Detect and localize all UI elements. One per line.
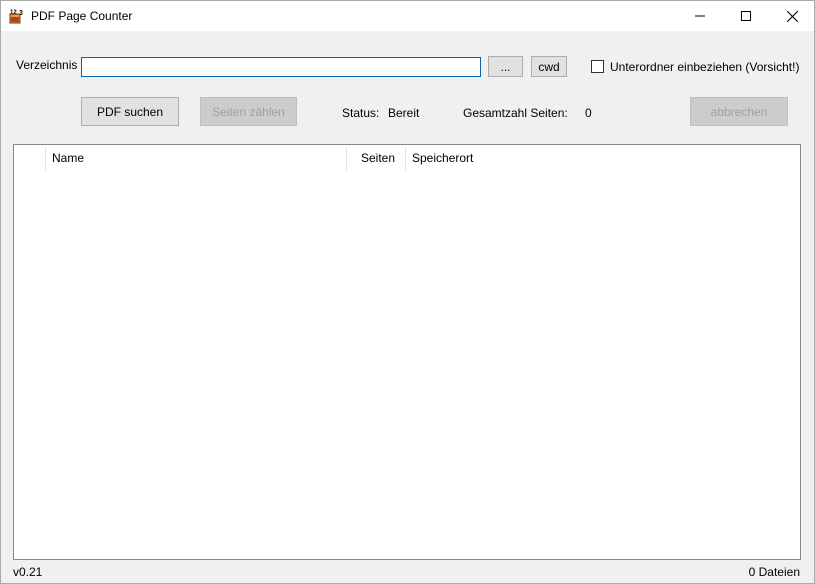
svg-text:12: 12	[10, 10, 17, 16]
search-pdf-button[interactable]: PDF suchen	[81, 97, 179, 126]
window-title: PDF Page Counter	[31, 9, 133, 23]
file-count-label: 0 Dateien	[748, 565, 800, 579]
status-value: Bereit	[388, 106, 420, 120]
browse-button[interactable]: ...	[488, 56, 523, 77]
minimize-icon	[695, 15, 705, 17]
maximize-icon	[741, 11, 751, 21]
file-list[interactable]: Name Seiten Speicherort	[13, 144, 801, 560]
subfolders-checkbox[interactable]	[591, 60, 604, 73]
directory-label: Verzeichnis	[16, 58, 78, 72]
app-icon: 12 3	[9, 10, 23, 24]
column-header-name[interactable]: Name	[52, 145, 84, 171]
app-window: 12 3 PDF Page Counter Verzeichnis ... cw…	[0, 0, 815, 584]
subfolders-label[interactable]: Unterordner einbeziehen (Vorsicht!)	[610, 60, 799, 74]
total-pages-value: 0	[585, 106, 592, 120]
close-icon	[786, 10, 798, 22]
svg-text:3: 3	[19, 10, 23, 17]
cancel-button[interactable]: abbrechen	[690, 97, 788, 126]
column-separator[interactable]	[346, 147, 347, 171]
column-separator[interactable]	[405, 147, 406, 171]
count-pages-button[interactable]: Seiten zählen	[200, 97, 297, 126]
column-separator[interactable]	[45, 147, 46, 171]
cwd-button[interactable]: cwd	[531, 56, 567, 77]
directory-input[interactable]	[81, 57, 481, 77]
column-header-pages[interactable]: Seiten	[361, 145, 395, 171]
status-label: Status:	[342, 106, 380, 120]
maximize-button[interactable]	[723, 1, 769, 31]
total-pages-label: Gesamtzahl Seiten:	[463, 106, 568, 120]
title-bar[interactable]: 12 3 PDF Page Counter	[1, 1, 814, 31]
minimize-button[interactable]	[677, 1, 723, 31]
version-label: v0.21	[13, 565, 43, 579]
column-header-location[interactable]: Speicherort	[412, 145, 473, 171]
close-button[interactable]	[769, 1, 815, 31]
